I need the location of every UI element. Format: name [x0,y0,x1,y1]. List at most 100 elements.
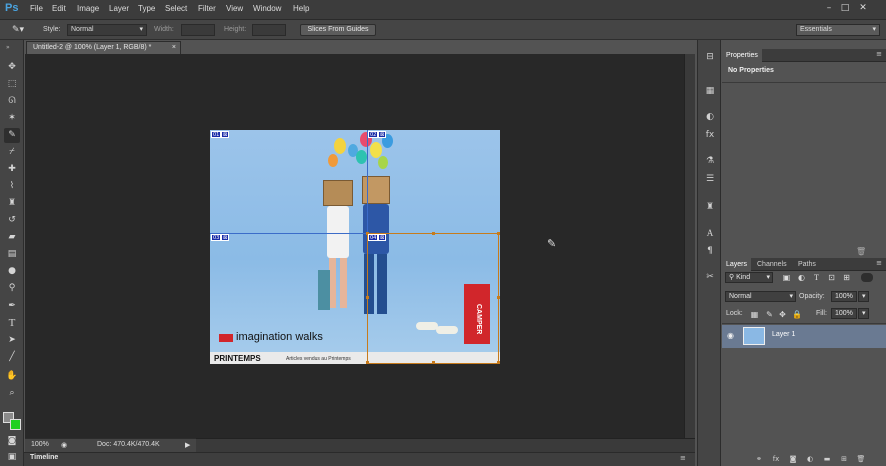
line-tool-icon[interactable]: ╱ [4,350,20,365]
maximize-button[interactable]: □ [839,2,851,14]
healing-brush-tool-icon[interactable]: ✚ [4,162,20,177]
menu-layer[interactable]: Layer [109,4,129,13]
fill-dropdown-icon[interactable]: ▾ [858,308,869,319]
panel-menu-icon[interactable]: ≡ [876,259,882,267]
slice-tool-icon[interactable]: ✎ [4,128,20,143]
zoom-tool-icon[interactable]: ⌕ [4,386,20,401]
pen-tool-icon[interactable]: ✒ [4,299,20,314]
selected-slice[interactable] [367,233,499,364]
menu-help[interactable]: Help [293,4,309,13]
minimize-button[interactable]: – [823,2,835,14]
layer-style-icon[interactable]: fx [771,455,781,464]
style-select[interactable]: Normal ▾ [67,24,147,36]
color-icon[interactable]: ◐ [702,110,718,124]
paragraph-icon[interactable]: ¶ [702,244,718,258]
brush-tool-icon[interactable]: ⌇ [4,179,20,194]
opacity-dropdown-icon[interactable]: ▾ [858,291,869,302]
collapse-icon[interactable]: » [6,44,10,51]
tab-layers[interactable]: Layers [722,258,752,271]
filter-pixel-icon[interactable]: ▣ [782,273,791,282]
fill-input[interactable]: 100% [831,308,857,319]
filter-toggle[interactable] [861,273,873,282]
tab-paths[interactable]: Paths [794,258,820,271]
layer-row[interactable]: ◉ Layer 1 [722,325,886,348]
menu-image[interactable]: Image [77,4,99,13]
slice-number-badge[interactable]: 04 [368,234,379,241]
lock-position-icon[interactable]: ✥ [778,310,787,319]
slice-handle[interactable] [432,361,435,364]
filter-adjustment-icon[interactable]: ◐ [797,273,806,282]
horizontal-scrollbar[interactable] [196,438,695,452]
layer-name[interactable]: Layer 1 [772,331,795,338]
menu-edit[interactable]: Edit [52,4,66,13]
filter-shape-icon[interactable]: ⊡ [827,273,836,282]
clone-stamp-tool-icon[interactable]: ♜ [4,196,20,211]
styles-icon[interactable]: fx [702,128,718,142]
slice-handle[interactable] [497,232,500,235]
slice-handle[interactable] [497,361,500,364]
menu-window[interactable]: Window [253,4,281,13]
slice-handle[interactable] [366,361,369,364]
eraser-tool-icon[interactable]: ▰ [4,230,20,245]
filter-type-icon[interactable]: T [812,273,821,282]
lasso-tool-icon[interactable]: ᘏ [4,94,20,109]
screen-mode-icon[interactable]: ▣ [4,450,20,465]
timeline-title[interactable]: Timeline [30,454,58,461]
width-input[interactable] [181,24,215,36]
menu-select[interactable]: Select [165,4,187,13]
document-tab[interactable]: Untitled-2 @ 100% (Layer 1, RGB/8) * × [26,41,181,54]
slice-number-badge[interactable]: 02 [368,131,379,138]
path-selection-tool-icon[interactable]: ➤ [4,333,20,348]
workspace-select[interactable]: Essentials ▾ [796,24,880,36]
document-image[interactable]: CAMPER imagination walks PRINTEMPS Artic… [210,130,500,364]
clone-source-icon[interactable]: ♜ [702,200,718,214]
gradient-tool-icon[interactable]: ▤ [4,247,20,262]
slice-tool-preset-icon[interactable]: ✎▾ [12,24,34,37]
slice-handle[interactable] [366,296,369,299]
slices-from-guides-button[interactable]: Slices From Guides [300,24,376,36]
delete-icon[interactable]: 🗑 [856,247,866,256]
slice-handle[interactable] [497,296,500,299]
lock-transparency-icon[interactable]: ▦ [750,310,759,319]
adjustments-icon[interactable]: ☰ [702,172,718,186]
menu-file[interactable]: File [30,4,43,13]
slice-handle[interactable] [432,232,435,235]
close-tab-icon[interactable]: × [172,42,176,54]
tab-channels[interactable]: Channels [753,258,791,271]
new-layer-icon[interactable]: ⊞ [839,455,849,464]
menu-type[interactable]: Type [138,4,155,13]
blur-tool-icon[interactable]: ● [4,264,20,279]
eyedropper-tool-icon[interactable]: ⌿ [4,145,20,160]
height-input[interactable] [252,24,286,36]
filter-smart-object-icon[interactable]: ⊞ [842,273,851,282]
tab-properties[interactable]: Properties [722,49,762,62]
marquee-tool-icon[interactable]: ⬚ [4,77,20,92]
menu-view[interactable]: View [226,4,243,13]
slice-number-badge[interactable]: 01 [211,131,222,138]
history-brush-tool-icon[interactable]: ↺ [4,213,20,228]
delete-layer-icon[interactable]: 🗑 [856,455,866,464]
vertical-scrollbar[interactable] [684,54,695,438]
menu-filter[interactable]: Filter [198,4,216,13]
background-color-swatch[interactable] [10,419,21,430]
quick-mask-icon[interactable]: ◙ [4,434,20,449]
slice-guide-vertical[interactable] [367,130,368,234]
hand-tool-icon[interactable]: ✋ [4,369,20,384]
history-icon[interactable]: ⊟ [702,50,718,64]
slice-number-badge[interactable]: 03 [211,234,222,241]
new-group-icon[interactable]: ▬ [822,455,832,464]
visibility-eye-icon[interactable]: ◉ [727,331,734,340]
magic-wand-tool-icon[interactable]: ✶ [4,111,20,126]
character-icon[interactable]: A [702,226,718,240]
brush-presets-icon[interactable]: ⚗ [702,154,718,168]
close-window-button[interactable]: ✕ [857,2,869,14]
navigator-icon[interactable]: ▦ [702,84,718,98]
lock-pixels-icon[interactable]: ✎ [765,310,774,319]
zoom-level[interactable]: 100% [31,441,49,448]
add-mask-icon[interactable]: ◙ [788,455,798,464]
panel-menu-icon[interactable]: ≡ [680,454,686,462]
panel-menu-icon[interactable]: ≡ [876,50,882,58]
dodge-tool-icon[interactable]: ⚲ [4,281,20,296]
status-arrow-icon[interactable]: ▶ [185,441,190,449]
blend-mode-select[interactable]: Normal ▾ [725,291,796,302]
